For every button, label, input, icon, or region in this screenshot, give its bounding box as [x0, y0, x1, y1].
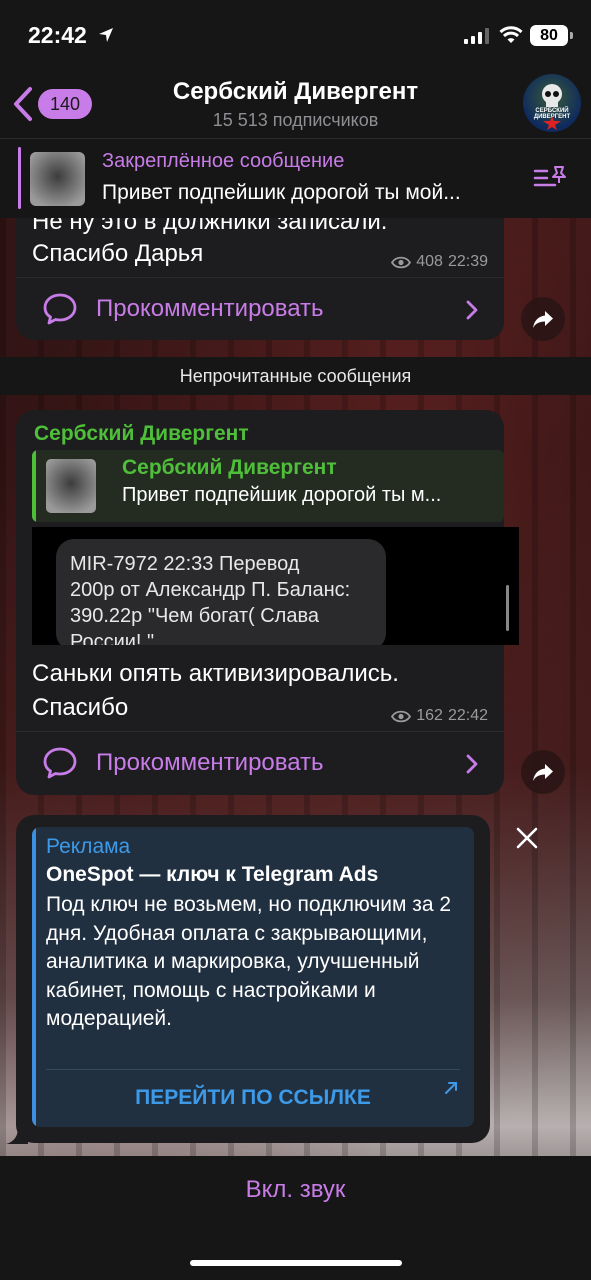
chat-header: Сербский Дивергент 15 513 подписчиков 14… — [0, 70, 591, 138]
back-chevron-icon[interactable] — [12, 86, 34, 122]
cellular-signal-icon — [464, 28, 489, 44]
sms-line: MIR-7972 22:33 Перевод — [70, 553, 300, 575]
reply-quote[interactable]: Сербский Дивергент Привет подпейшик доро… — [32, 450, 504, 522]
external-link-arrow-icon — [445, 1082, 457, 1094]
ad-label: Реклама — [46, 835, 131, 858]
ad-indicator-bar — [32, 827, 36, 1127]
reply-title: Сербский Дивергент — [122, 456, 337, 479]
message-meta: 162 22:42 — [391, 707, 488, 725]
reply-indicator-bar — [32, 450, 36, 522]
views-eye-icon — [391, 710, 412, 722]
reply-thumbnail — [46, 459, 96, 513]
chevron-right-icon — [466, 754, 478, 774]
pinned-list-icon[interactable] — [533, 163, 569, 193]
channel-avatar[interactable]: СЕРБСКИЙ ДИВЕРГЕНТ — [523, 74, 581, 132]
message-text-line: Спасибо — [32, 694, 129, 721]
share-button[interactable] — [521, 750, 565, 794]
pinned-text: Привет подпейшик дорогой ты мой... — [102, 181, 461, 204]
attached-screenshot[interactable]: MIR-7972 22:33 Перевод 200р от Александр… — [32, 527, 519, 645]
chevron-right-icon — [466, 300, 478, 320]
ad-text: Под ключ не возьмем, но подключим за 2 д… — [46, 893, 452, 1030]
sms-line: 390.22р "Чем богат( Слава — [70, 605, 319, 627]
message-bubble[interactable]: Сербский Дивергент Сербский Дивергент Пр… — [16, 410, 519, 795]
skull-icon — [542, 84, 562, 107]
pinned-message-bar[interactable]: Закреплённое сообщение Привет подпейшик … — [0, 138, 591, 218]
sms-line: 200р от Александр П. Баланс: — [70, 579, 351, 601]
share-arrow-icon — [533, 311, 553, 328]
share-arrow-icon — [533, 764, 553, 781]
message-time: 22:42 — [447, 707, 488, 724]
pinned-indicator-bar — [18, 147, 21, 209]
message-text-line: Саньки опять активизировались. — [32, 660, 399, 687]
pinned-thumbnail — [30, 152, 85, 206]
sponsored-message[interactable]: Реклама OneSpot — ключ к Telegram Ads По… — [16, 815, 490, 1143]
close-icon[interactable] — [515, 826, 539, 850]
status-bar: 22:42 80 — [0, 0, 591, 70]
sms-line: России! " — [70, 631, 155, 645]
view-count: 162 — [416, 707, 443, 724]
comment-button[interactable]: Прокомментировать — [16, 731, 504, 793]
reply-text: Привет подпейшик дорогой ты м... — [122, 484, 442, 506]
screenshot-scrollbar — [506, 585, 509, 631]
star-icon — [543, 116, 561, 130]
sender-name[interactable]: Сербский Дивергент — [34, 422, 249, 446]
unread-separator: Непрочитанные сообщения — [0, 357, 591, 395]
comment-bubble-icon — [43, 747, 77, 779]
ad-link-button[interactable]: ПЕРЕЙТИ ПО ССЫЛКЕ — [46, 1080, 460, 1116]
home-indicator — [190, 1260, 402, 1266]
sms-screenshot-bubble: MIR-7972 22:33 Перевод 200р от Александр… — [56, 539, 386, 645]
comment-label: Прокомментировать — [96, 749, 324, 776]
comment-bubble-icon — [43, 293, 77, 325]
ad-divider — [46, 1069, 460, 1070]
views-eye-icon — [391, 256, 412, 268]
share-button[interactable] — [521, 297, 565, 341]
view-count: 408 — [416, 253, 443, 270]
unread-count-badge[interactable]: 140 — [38, 89, 92, 119]
message-meta: 408 22:39 — [391, 253, 488, 271]
battery-indicator: 80 — [530, 25, 573, 46]
comment-button[interactable]: Прокомментировать — [16, 277, 504, 339]
location-arrow-icon — [99, 28, 113, 42]
message-text-line: Спасибо Дарья — [32, 240, 204, 267]
status-time: 22:42 — [28, 22, 87, 48]
ad-title: OneSpot — ключ к Telegram Ads — [46, 863, 379, 886]
wifi-icon — [499, 26, 523, 43]
comment-label: Прокомментировать — [96, 295, 324, 322]
bottom-bar: Вкл. звук — [0, 1156, 591, 1280]
unmute-button[interactable]: Вкл. звук — [0, 1176, 591, 1204]
ad-card[interactable]: Реклама OneSpot — ключ к Telegram Ads По… — [32, 827, 474, 1127]
message-time: 22:39 — [447, 253, 488, 270]
pinned-title: Закреплённое сообщение — [102, 150, 345, 172]
